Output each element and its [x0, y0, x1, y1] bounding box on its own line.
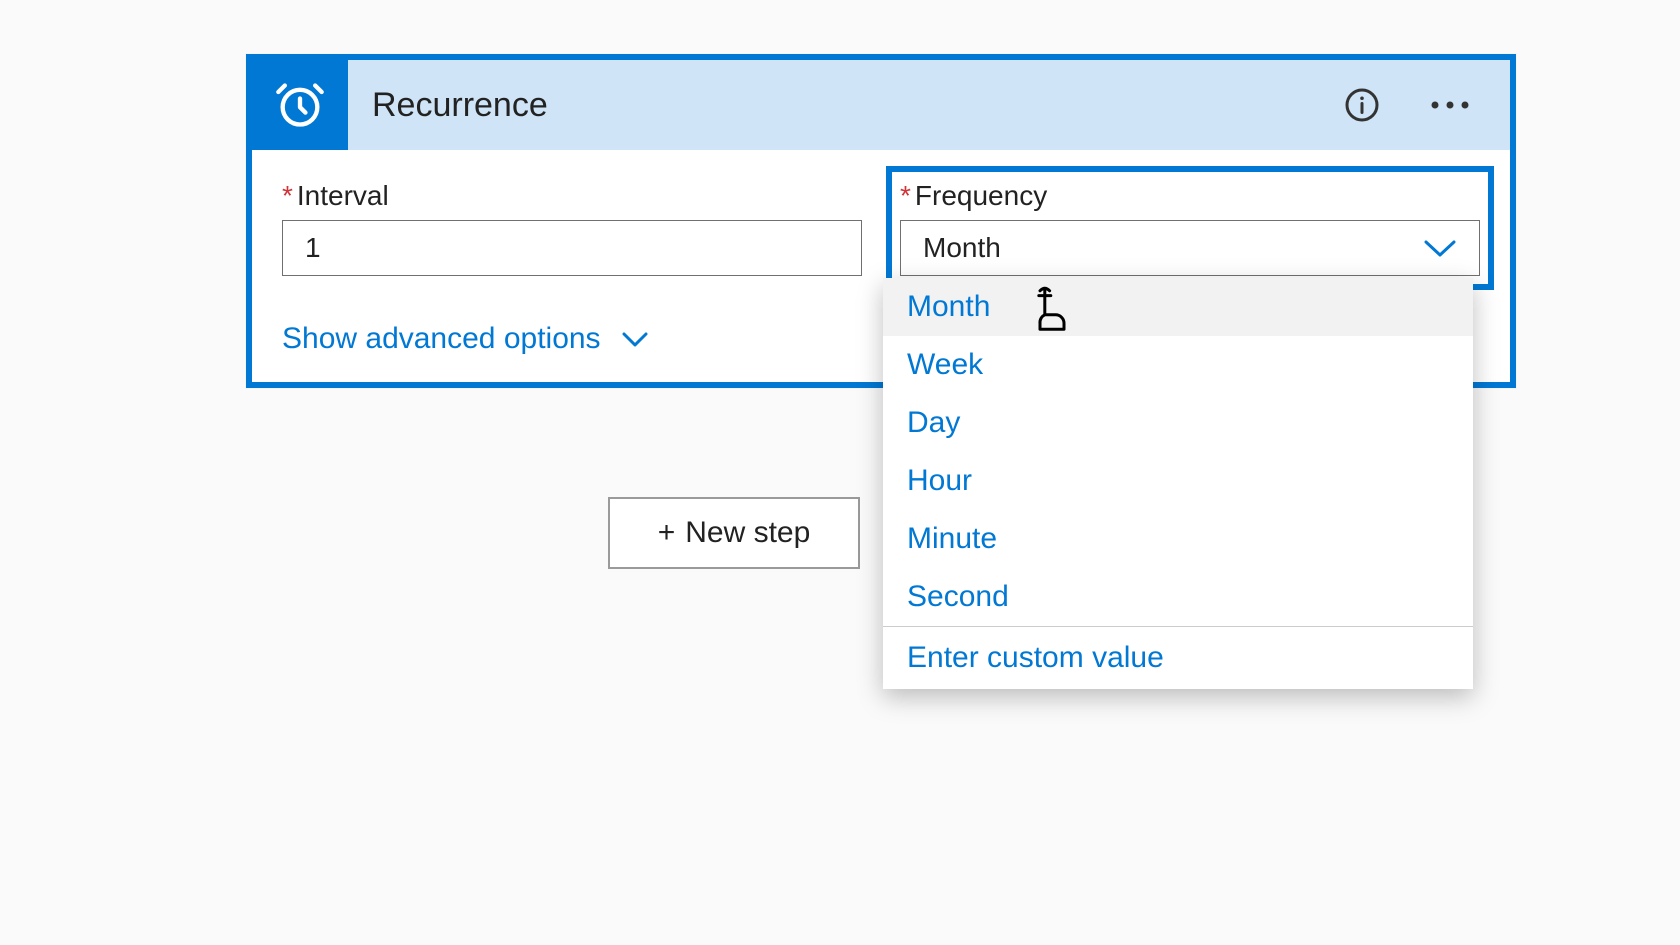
frequency-option-hour[interactable]: Hour [883, 452, 1473, 510]
interval-input[interactable] [282, 220, 862, 276]
frequency-option-week[interactable]: Week [883, 336, 1473, 394]
frequency-field: *Frequency Month [900, 180, 1480, 276]
card-header: Recurrence [252, 60, 1510, 150]
frequency-label: *Frequency [900, 180, 1480, 212]
header-actions [1342, 60, 1510, 150]
frequency-option-custom[interactable]: Enter custom value [883, 627, 1473, 689]
new-step-label: New step [685, 516, 810, 550]
chevron-down-icon [621, 330, 649, 348]
frequency-option-second[interactable]: Second [883, 568, 1473, 626]
advanced-options-label: Show advanced options [282, 322, 601, 356]
frequency-option-month[interactable]: Month [883, 278, 1473, 336]
frequency-selected-value: Month [923, 232, 1001, 264]
interval-field: *Interval [282, 180, 862, 276]
frequency-select[interactable]: Month [900, 220, 1480, 276]
plus-icon: + [658, 516, 676, 550]
new-step-button[interactable]: + New step [608, 497, 860, 569]
more-icon[interactable] [1430, 85, 1470, 125]
frequency-dropdown: Month Week Day Hour Minute Second Enter … [883, 278, 1473, 689]
info-icon[interactable] [1342, 85, 1382, 125]
interval-label: *Interval [282, 180, 862, 212]
frequency-option-minute[interactable]: Minute [883, 510, 1473, 568]
chevron-down-icon [1423, 238, 1457, 258]
frequency-option-day[interactable]: Day [883, 394, 1473, 452]
card-title: Recurrence [348, 60, 1342, 150]
recurrence-icon [252, 60, 348, 150]
